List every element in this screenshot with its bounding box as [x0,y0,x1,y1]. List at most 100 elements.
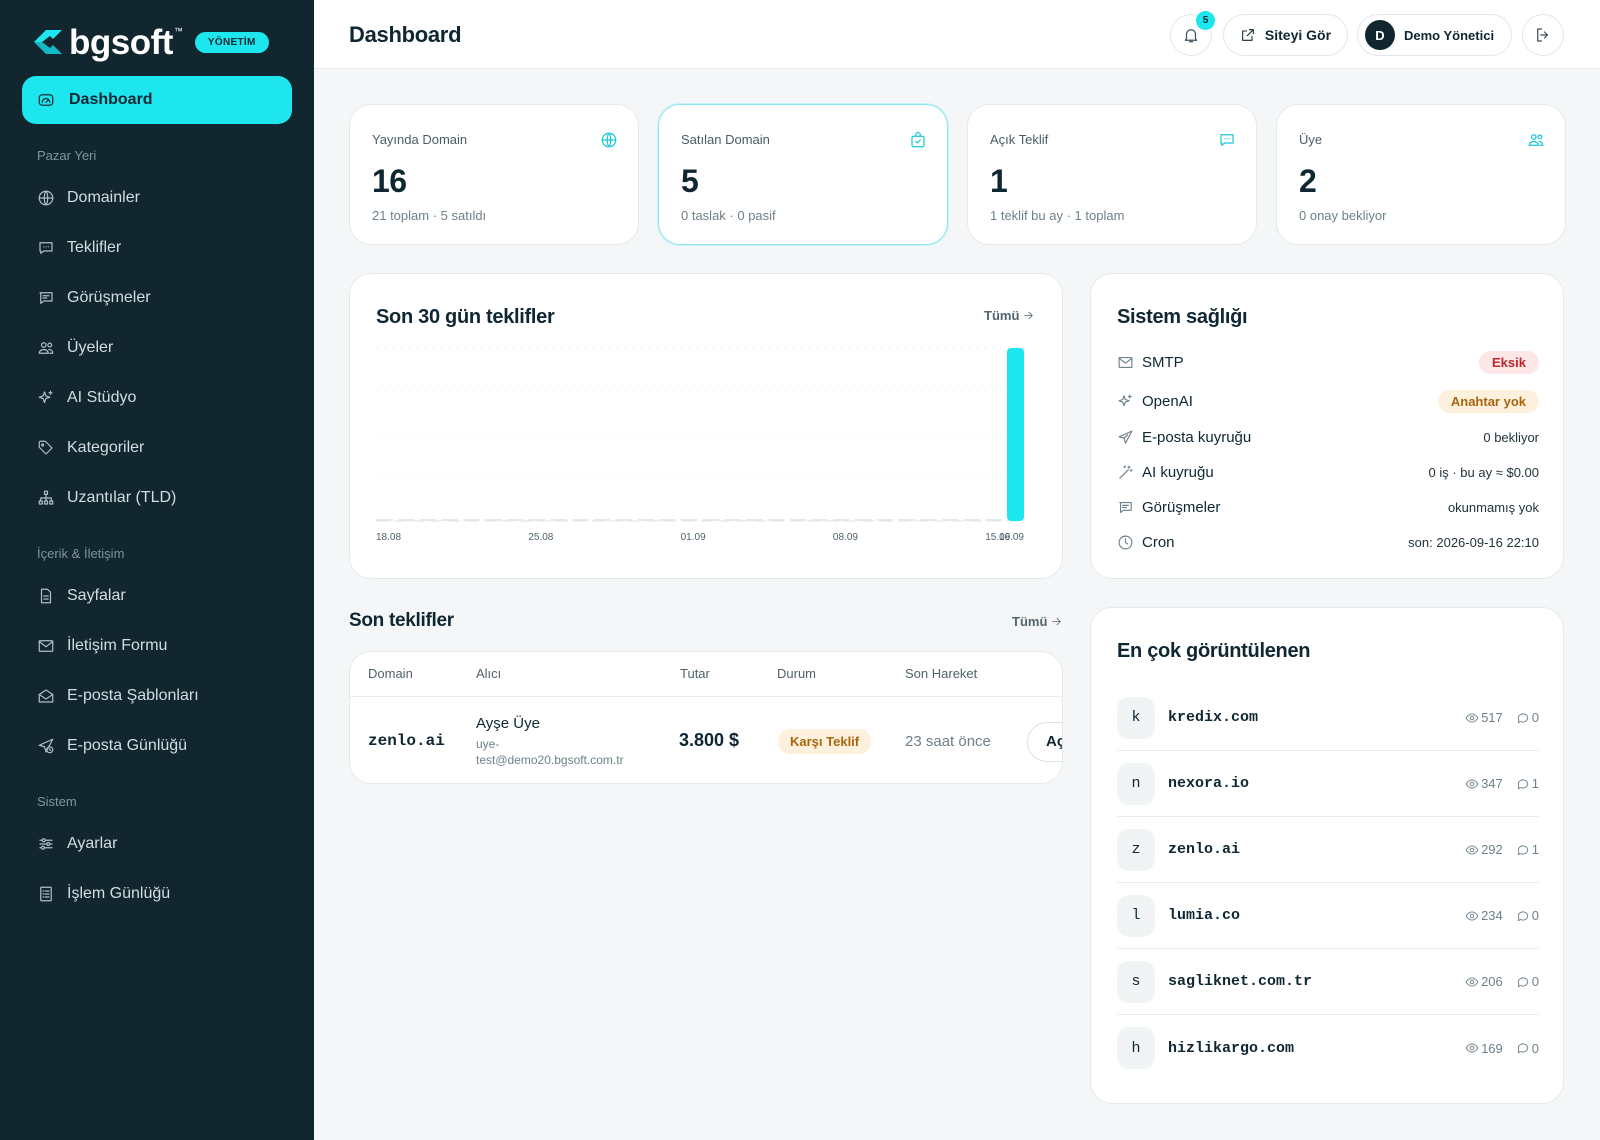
brand-logo[interactable]: bgsoft ™ YÖNETİM [30,22,269,62]
view-count: 347 [1481,776,1503,791]
health-title: Sistem sağlığı [1117,306,1248,328]
chart-view-all-link[interactable]: Tümü [984,308,1035,323]
recent-offers-view-all-link[interactable]: Tümü [1012,614,1063,629]
sparkles-icon [38,390,53,404]
chart-x-tick-label: 16.09 [999,532,1024,543]
sidebar-item-label: E-posta Günlüğü [67,737,188,754]
offer-amount: 3.800 $ [679,730,740,750]
stat-card-live-domains[interactable]: Yayında Domain 16 21 toplam · 5 satıldı [349,104,639,245]
sidebar-item-label: İşlem Günlüğü [67,885,171,902]
domain-initial: n [1117,762,1155,805]
offer-buyer-email: test@demo20.bgsoft.com.tr [476,753,624,767]
sidebar-item-dashboard[interactable]: Dashboard [22,76,292,124]
domain-name[interactable]: nexora.io [1168,775,1249,792]
recent-offers-table: Domain Alıcı Tutar Durum Son Hareket zen… [349,651,1063,784]
list-item[interactable]: z zenlo.ai 292 1 [1117,817,1539,883]
list-item[interactable]: s sagliknet.com.tr 206 0 [1117,949,1539,1015]
chart-bar [637,519,655,521]
sparkles-icon [1118,394,1132,406]
domain-stats: 292 1 [1465,842,1539,857]
offer-domain[interactable]: zenlo.ai [368,732,445,750]
sidebar-item-ayarlar[interactable]: Ayarlar [37,832,117,856]
stat-subtext: 0 onay bekliyor [1299,208,1387,223]
stat-label: Üye [1299,132,1323,147]
column-header: Durum [777,666,817,681]
domain-name[interactable]: hizlikargo.com [1168,1040,1294,1057]
users-icon [1528,134,1544,146]
sidebar-item-label: Üyeler [67,339,114,356]
sidebar-item-ai-studyo[interactable]: AI Stüdyo [37,386,136,410]
chart-bar [1007,348,1024,521]
brand-trademark: ™ [173,26,183,36]
chart-bar [898,519,916,521]
top-viewed-card: En çok görüntülenen k kredix.com 517 0 n… [1090,607,1564,1104]
comment-count: 0 [1531,974,1539,989]
comment-count: 0 [1531,710,1539,725]
chart-bar [397,519,415,521]
arrow-right-icon [1052,617,1062,626]
mail-open-icon [38,689,54,703]
comment-icon [1517,778,1528,789]
chart-bar [419,519,437,521]
sidebar-item-eposta-sablonlari[interactable]: E-posta Şablonları [37,684,199,708]
comment-icon [1517,1043,1528,1054]
gauge-icon [38,94,54,106]
chart-title: Son 30 gün teklifler [376,306,555,328]
clock-icon [1118,535,1133,549]
list-item[interactable]: k kredix.com 517 0 [1117,685,1539,751]
sidebar-item-domainler[interactable]: Domainler [37,186,140,210]
sidebar-item-teklifler[interactable]: Teklifler [37,236,121,260]
sliders-icon [39,838,53,850]
list-item[interactable]: l lumia.co 234 0 [1117,883,1539,949]
arrow-right-icon [1024,311,1034,320]
health-row-email-queue: E-posta kuyruğu 0 bekliyor [1117,425,1539,449]
sidebar-item-gorusmeler[interactable]: Görüşmeler [37,286,151,310]
sidebar-item-eposta-gunlugu[interactable]: E-posta Günlüğü [37,734,187,758]
sidebar-item-iletisim-formu[interactable]: İletişim Formu [37,634,167,658]
sidebar-section-title: Pazar Yeri [37,148,97,163]
list-item[interactable]: h hizlikargo.com 169 0 [1117,1015,1539,1081]
health-value: son: 2026-09-16 22:10 [1408,534,1539,550]
chart-bar [941,519,959,521]
eye-icon [1465,976,1479,987]
health-label: E-posta kuyruğu [1142,428,1252,446]
domain-name[interactable]: kredix.com [1168,709,1258,726]
logout-button[interactable] [1522,14,1564,56]
chart-bar [724,519,742,521]
domain-name[interactable]: lumia.co [1168,907,1240,924]
sidebar-item-kategoriler[interactable]: Kategoriler [37,436,144,460]
domain-initial: k [1117,696,1155,739]
list-item[interactable]: n nexora.io 347 1 [1117,751,1539,817]
comment-count: 1 [1531,842,1539,857]
domain-initial: h [1117,1027,1155,1069]
notifications-button[interactable]: 5 [1170,11,1215,56]
stat-label: Satılan Domain [681,132,770,147]
sidebar-item-label: Kategoriler [67,439,145,456]
offer-buyer-name: Ayşe Üye [476,715,540,732]
stat-value: 16 [372,163,407,199]
chart-bar [811,519,829,521]
column-header: Domain [368,666,413,681]
stat-card-sold-domains[interactable]: Satılan Domain 5 0 taslak · 0 pasif [658,104,948,245]
domain-name[interactable]: sagliknet.com.tr [1168,973,1312,990]
domain-initial: s [1117,960,1155,1003]
user-menu[interactable]: D Demo Yönetici [1357,14,1512,56]
sidebar-item-islem-gunlugu[interactable]: İşlem Günlüğü [37,882,170,906]
stat-card-open-offers[interactable]: Açık Teklif 1 1 teklif bu ay · 1 toplam [967,104,1257,245]
sidebar-item-sayfalar[interactable]: Sayfalar [37,584,126,608]
chat-lines-icon [39,292,53,304]
open-offer-button[interactable]: Aç [1027,722,1062,762]
comment-icon [1517,844,1528,855]
health-label: Görüşmeler [1142,498,1221,516]
sidebar-item-label: Domainler [67,189,140,206]
stat-card-members[interactable]: Üye 2 0 onay bekliyor [1276,104,1566,245]
top-viewed-title: En çok görüntülenen [1117,640,1311,662]
chart-bar [985,519,1003,521]
sidebar-item-uzantilar[interactable]: Uzantılar (TLD) [37,486,176,510]
sidebar-item-uyeler[interactable]: Üyeler [37,336,113,360]
domain-name[interactable]: zenlo.ai [1168,841,1240,858]
eye-icon [1465,844,1479,855]
domain-stats: 234 0 [1465,908,1539,923]
view-site-button[interactable]: Siteyi Gör [1223,14,1348,56]
chart-bar [963,519,981,521]
